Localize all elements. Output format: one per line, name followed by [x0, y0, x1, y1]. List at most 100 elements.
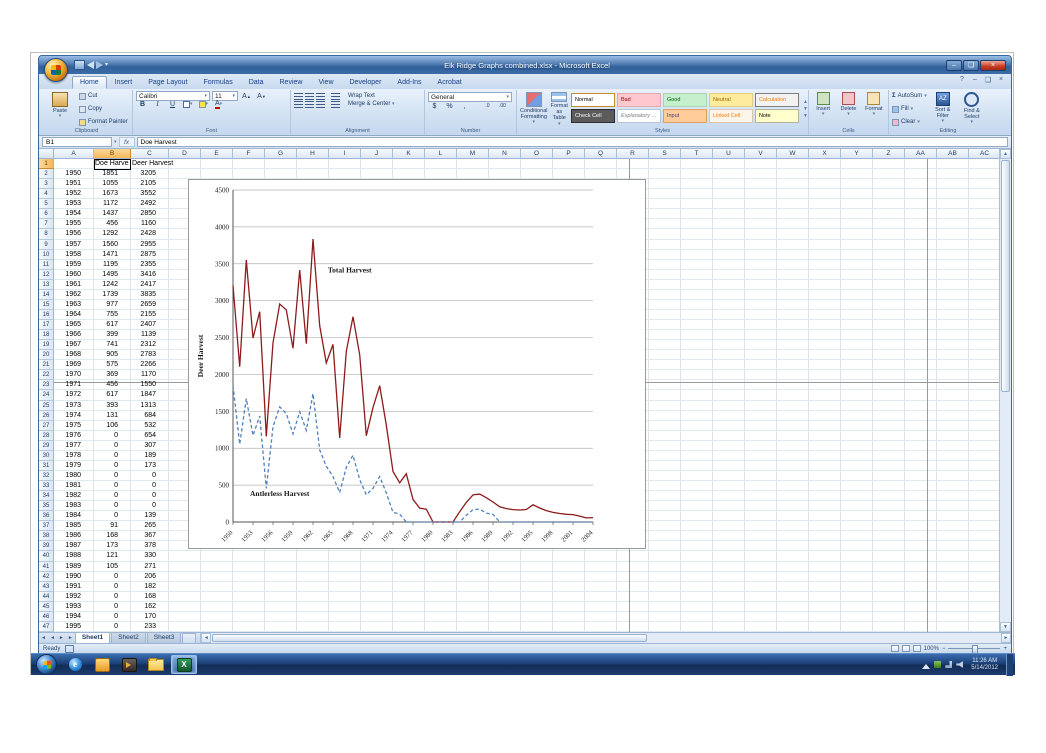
- cell-style-bad[interactable]: Bad: [617, 93, 661, 107]
- row-header-47[interactable]: 47: [39, 622, 54, 632]
- ribbon-tab-review[interactable]: Review: [272, 76, 311, 89]
- cell-c47[interactable]: 233: [131, 622, 156, 632]
- cell-a28[interactable]: 1976: [54, 431, 81, 441]
- cell-c15[interactable]: 2659: [131, 300, 156, 310]
- workbook-minimize-icon[interactable]: –: [970, 76, 980, 84]
- cell-a5[interactable]: 1953: [54, 199, 81, 209]
- column-header-ab[interactable]: AB: [937, 149, 969, 159]
- cell-b24[interactable]: 617: [94, 390, 118, 400]
- close-button[interactable]: ×: [980, 60, 1006, 71]
- column-header-x[interactable]: X: [809, 149, 841, 159]
- cell-a31[interactable]: 1979: [54, 461, 81, 471]
- indent-icon[interactable]: [331, 101, 340, 108]
- cell-b25[interactable]: 393: [94, 401, 118, 411]
- cell-c2[interactable]: 3205: [131, 169, 156, 179]
- cell-c42[interactable]: 206: [131, 572, 156, 582]
- insert-worksheet-tab[interactable]: [182, 633, 196, 644]
- taskbar-item-internet-explorer[interactable]: e: [63, 656, 87, 673]
- cell-c35[interactable]: 0: [131, 501, 156, 511]
- row-header-6[interactable]: 6: [39, 209, 54, 219]
- cell-style-linked-cell[interactable]: Linked Cell: [709, 109, 753, 123]
- cell-c33[interactable]: 0: [131, 481, 156, 491]
- column-header-w[interactable]: W: [777, 149, 809, 159]
- cell-c28[interactable]: 654: [131, 431, 156, 441]
- column-header-a[interactable]: A: [54, 149, 94, 159]
- row-header-2[interactable]: 2: [39, 169, 54, 179]
- row-header-42[interactable]: 42: [39, 572, 54, 582]
- row-header-13[interactable]: 13: [39, 280, 54, 290]
- cell-c43[interactable]: 182: [131, 582, 156, 592]
- cell-a17[interactable]: 1965: [54, 320, 81, 330]
- cell-c25[interactable]: 1313: [131, 401, 156, 411]
- row-header-18[interactable]: 18: [39, 330, 54, 340]
- cell-style-input[interactable]: Input: [663, 109, 707, 123]
- workbook-close-icon[interactable]: ×: [996, 76, 1006, 84]
- cell-c30[interactable]: 189: [131, 451, 156, 461]
- column-header-z[interactable]: Z: [873, 149, 905, 159]
- cell-style-neutral[interactable]: Neutral: [709, 93, 753, 107]
- cell-b11[interactable]: 1195: [94, 260, 118, 270]
- cut-button[interactable]: Cut: [79, 92, 128, 100]
- horizontal-scroll-track[interactable]: [211, 633, 1001, 643]
- paste-button[interactable]: Paste▾: [44, 91, 76, 127]
- worksheet-area[interactable]: 0500100015002000250030003500400045001950…: [39, 149, 1011, 632]
- row-header-25[interactable]: 25: [39, 401, 54, 411]
- row-header-44[interactable]: 44: [39, 592, 54, 602]
- cell-b23[interactable]: 456: [94, 380, 118, 390]
- row-header-26[interactable]: 26: [39, 411, 54, 421]
- cell-c13[interactable]: 2417: [131, 280, 156, 290]
- align-bottom-icon[interactable]: [316, 93, 325, 100]
- row-header-29[interactable]: 29: [39, 441, 54, 451]
- embedded-chart[interactable]: 0500100015002000250030003500400045001950…: [188, 179, 646, 549]
- column-header-d[interactable]: D: [169, 149, 201, 159]
- cell-c31[interactable]: 173: [131, 461, 156, 471]
- cell-a2[interactable]: 1950: [54, 169, 81, 179]
- cell-a3[interactable]: 1951: [54, 179, 81, 189]
- cell-c26[interactable]: 684: [131, 411, 156, 421]
- cell-b5[interactable]: 1172: [94, 199, 118, 209]
- cell-c27[interactable]: 532: [131, 421, 156, 431]
- column-header-r[interactable]: R: [617, 149, 649, 159]
- fill-button[interactable]: Fill▾: [892, 105, 927, 113]
- taskbar-item-excel[interactable]: X: [171, 655, 197, 674]
- cell-b15[interactable]: 977: [94, 300, 118, 310]
- merge-center-button[interactable]: Merge & Center ▾: [348, 101, 395, 107]
- cell-b42[interactable]: 0: [94, 572, 118, 582]
- row-header-24[interactable]: 24: [39, 390, 54, 400]
- cell-a4[interactable]: 1952: [54, 189, 81, 199]
- align-top-icon[interactable]: [294, 93, 303, 100]
- taskbar-item-folder[interactable]: [144, 656, 168, 673]
- row-header-28[interactable]: 28: [39, 431, 54, 441]
- cell-a11[interactable]: 1959: [54, 260, 81, 270]
- cell-a21[interactable]: 1969: [54, 360, 81, 370]
- cell-a33[interactable]: 1981: [54, 481, 81, 491]
- cell-c6[interactable]: 2850: [131, 209, 156, 219]
- cell-style-check-cell[interactable]: Check Cell: [571, 109, 615, 123]
- cell-b20[interactable]: 905: [94, 350, 118, 360]
- sheet-tab-sheet1[interactable]: Sheet1: [75, 633, 110, 644]
- horizontal-scroll-thumb[interactable]: [212, 634, 646, 642]
- column-header-h[interactable]: H: [297, 149, 329, 159]
- insert-cells-button[interactable]: Insert▾: [812, 91, 834, 127]
- cell-a32[interactable]: 1980: [54, 471, 81, 481]
- security-shield-icon[interactable]: [934, 661, 941, 668]
- cell-b28[interactable]: 0: [94, 431, 118, 441]
- cell-c23[interactable]: 1550: [131, 380, 156, 390]
- cell-c20[interactable]: 2783: [131, 350, 156, 360]
- row-header-37[interactable]: 37: [39, 521, 54, 531]
- border-button[interactable]: ▾: [181, 98, 195, 110]
- wrap-text-button[interactable]: Wrap Text: [348, 93, 375, 99]
- cell-c7[interactable]: 1160: [131, 219, 156, 229]
- cell-a47[interactable]: 1995: [54, 622, 81, 632]
- scroll-right-icon[interactable]: ►: [1001, 633, 1011, 643]
- italic-button[interactable]: I: [151, 98, 164, 110]
- cell-b4[interactable]: 1673: [94, 189, 118, 199]
- row-header-8[interactable]: 8: [39, 229, 54, 239]
- cell-b41[interactable]: 105: [94, 562, 118, 572]
- font-color-button[interactable]: A▾: [212, 98, 225, 110]
- cell-a8[interactable]: 1956: [54, 229, 81, 239]
- macro-record-icon[interactable]: [65, 645, 74, 653]
- cell-c39[interactable]: 378: [131, 541, 156, 551]
- cell-b22[interactable]: 369: [94, 370, 118, 380]
- cell-b6[interactable]: 1437: [94, 209, 118, 219]
